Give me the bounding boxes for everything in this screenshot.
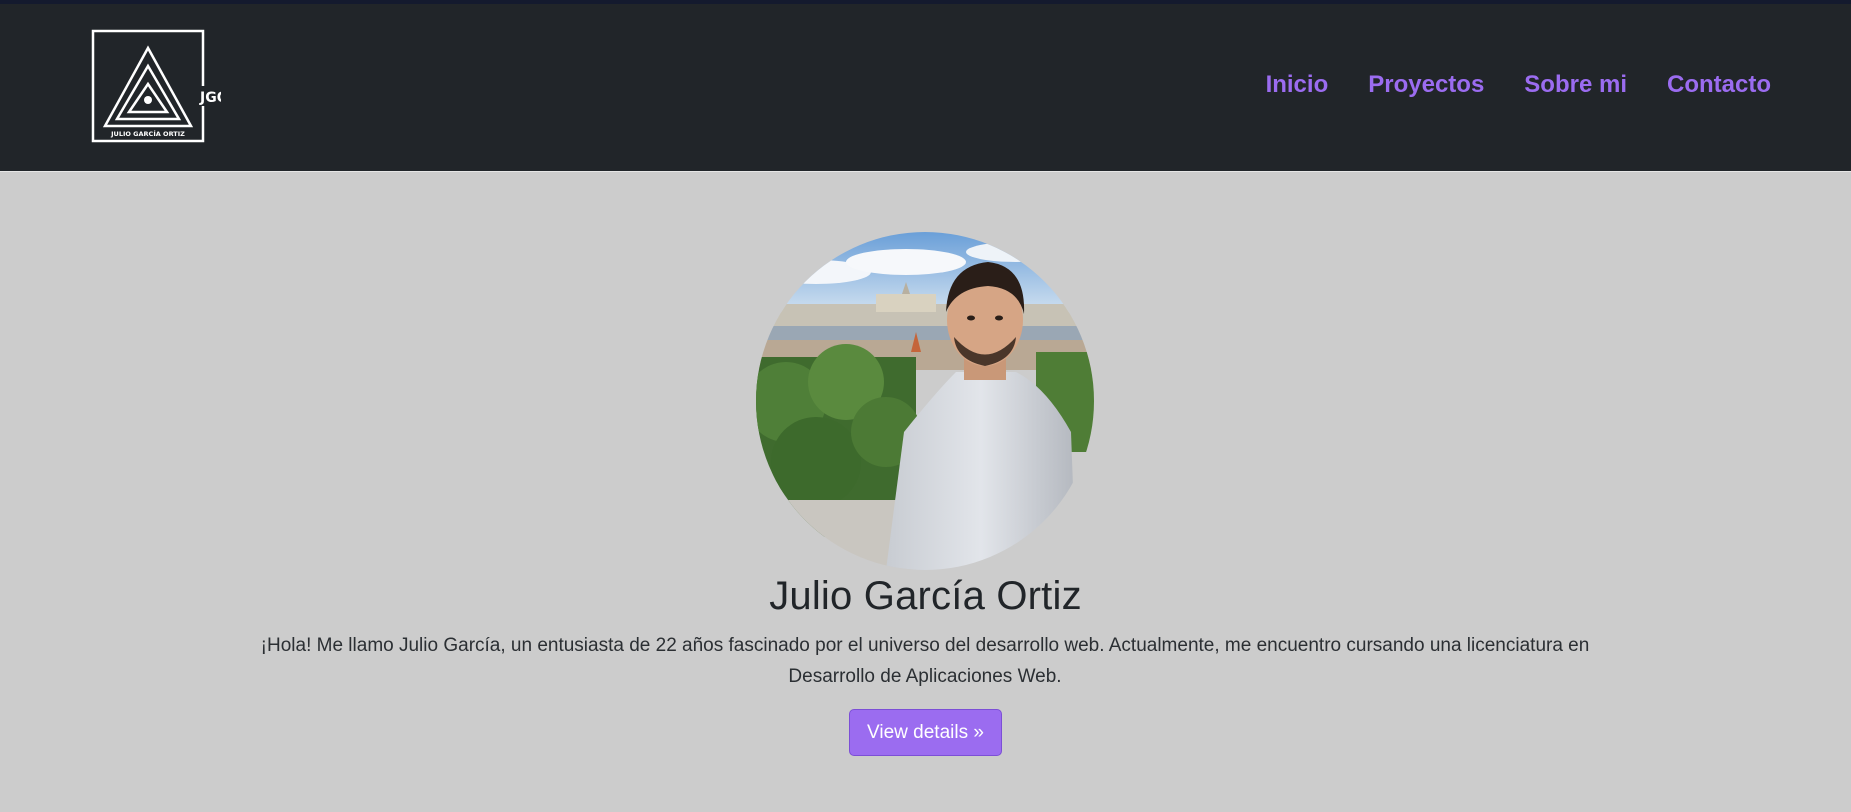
profile-name: Julio García Ortiz: [769, 574, 1082, 618]
nav-link-inicio[interactable]: Inicio: [1266, 73, 1329, 97]
logo-caption: JULIO GARCÍA ORTIZ: [110, 129, 185, 138]
nav-link-proyectos[interactable]: Proyectos: [1368, 73, 1484, 97]
logo-initials: JGO: [199, 90, 221, 106]
view-details-button[interactable]: View details »: [849, 709, 1002, 756]
profile-bio: ¡Hola! Me llamo Julio García, un entusia…: [260, 635, 1590, 687]
nav-link-contacto[interactable]: Contacto: [1667, 73, 1771, 97]
profile-photo: [756, 232, 1094, 570]
nav-link-sobre-mi[interactable]: Sobre mi: [1524, 73, 1627, 97]
main-nav: Inicio Proyectos Sobre mi Contacto: [1266, 73, 1771, 97]
brand-logo[interactable]: JGO JULIO GARCÍA ORTIZ: [91, 28, 221, 146]
navbar: JGO JULIO GARCÍA ORTIZ Inicio Proyectos …: [0, 4, 1851, 172]
